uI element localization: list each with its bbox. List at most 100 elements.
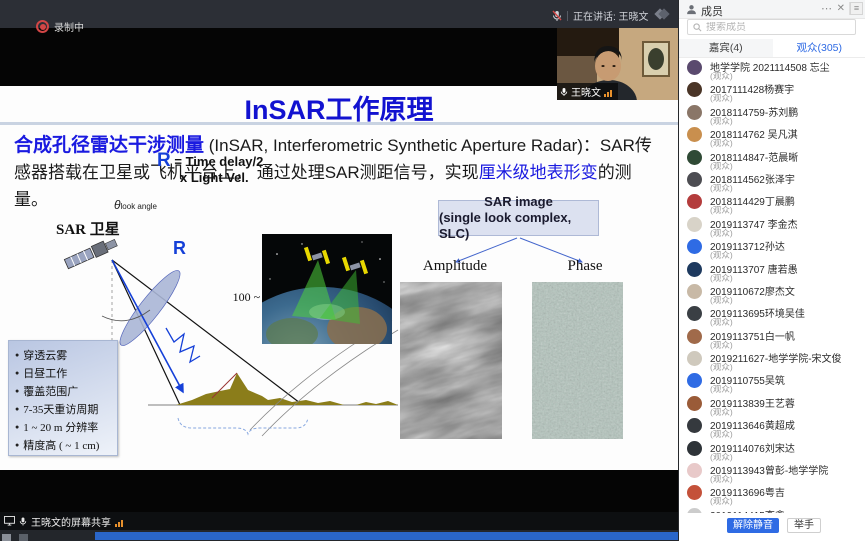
title-divider [0,122,678,125]
more-icon[interactable]: ⋯ [821,2,832,15]
member-row[interactable]: 2019113712孙达 (观众) [679,237,865,259]
member-row[interactable]: 2018114429丁晨鹏 (观众) [679,192,865,214]
recording-indicator[interactable]: 录制中 [36,19,84,34]
avatar [687,262,702,277]
avatar [687,82,702,97]
tab-guests[interactable]: 嘉宾(4) [679,39,773,57]
member-row[interactable]: 2019113839王艺蓉 (观众) [679,394,865,416]
meeting-topbar: 录制中 正在讲话: 王晓文 [0,0,678,28]
muted-mic-icon [552,10,562,22]
avatar [687,150,702,165]
raise-hand-button[interactable]: 举手 [787,518,821,533]
search-input[interactable] [706,22,836,33]
member-row[interactable]: 2019114415李鑫 (观众) [679,506,865,513]
member-row[interactable]: 2019113747 李金杰 (观众) [679,215,865,237]
avatar [687,127,702,142]
member-row[interactable]: 2019113751白一帆 (观众) [679,327,865,349]
feature-item: 1 ~ 20 m 分辨率 [15,419,113,437]
panel-title: 成员 [701,3,723,19]
avatar [687,463,702,478]
taskbar-icon[interactable] [2,534,11,541]
avatar [687,485,702,500]
avatar [687,239,702,254]
intro-highlight-2: 厘米级地表形变 [479,163,598,182]
member-row[interactable]: 2019113695环境吴佳 (观众) [679,304,865,326]
avatar [687,441,702,456]
avatar [687,396,702,411]
signal-bars-icon [115,516,124,527]
phase-label: Phase [537,258,633,275]
speaking-indicator: 正在讲话: 王晓文 [552,8,668,23]
feature-item: 覆盖范围广 [15,383,113,401]
avatar [687,194,702,209]
taskbar-icon[interactable] [19,534,28,541]
feature-item: 日昼工作 [15,365,113,383]
feature-item: 穿透云雾 [15,347,113,365]
members-panel: 成员 ⋯ ✕ ≡ 嘉宾(4) 观众(305) 地学学院 2021114508 忘… [678,0,865,541]
monitor-icon [4,516,15,526]
avatar [687,217,702,232]
signal-bars-icon [604,86,613,97]
avatar [687,60,702,75]
member-row[interactable]: 2018114847-范晨晰 (观众) [679,148,865,170]
shared-slide: InSAR工作原理 合成孔径雷达干涉测量 (InSAR, Interferome… [0,86,678,470]
search-icon [693,23,702,32]
phase-image [532,282,623,439]
member-row[interactable]: 2017111428杨赛宇 (观众) [679,80,865,102]
avatar [687,373,702,388]
look-angle-label: θlook angle [114,198,157,212]
video-name-badge: 王晓文 [557,83,618,100]
avatar [687,329,702,344]
avatar [687,105,702,120]
avatar [687,418,702,433]
feature-item: 精度高 ( ~ 1 cm) [15,437,113,455]
menu-icon[interactable]: ≡ [850,2,863,15]
member-row[interactable]: 2018114762 吴凡淇 (观众) [679,125,865,147]
slant-range-label: R [173,238,186,259]
meeting-window: 录制中 正在讲话: 王晓文 InSAR工作原理 合成 [0,0,865,541]
amplitude-label: Amplitude [405,258,505,275]
screen-share-bar: 王晓文的屏幕共享 [0,512,678,530]
member-row[interactable]: 2019113696粤吉 (观众) [679,483,865,505]
member-search[interactable] [687,19,856,35]
member-row[interactable]: 2019113646黄超成 (观众) [679,416,865,438]
avatar [687,306,702,321]
member-row[interactable]: 2018114759-苏刘鹏 (观众) [679,103,865,125]
record-dot-icon [36,20,49,33]
speaking-label: 正在讲话: 王晓文 [573,8,649,23]
close-icon[interactable]: ✕ [837,3,845,14]
members-icon [686,4,697,15]
sar-image-box: SAR image (single look complex, SLC) [438,200,599,236]
unmute-button[interactable]: 解除静音 [727,518,779,533]
panel-header: 成员 ⋯ ✕ ≡ [679,0,865,19]
earth-satellites-image [262,234,392,344]
panel-tabs: 嘉宾(4) 观众(305) [679,39,865,58]
avatar [687,351,702,366]
range-formula: R = Time delay/2 [157,150,263,172]
avatar [687,172,702,187]
feature-item: 7-35天重访周期 [15,401,113,419]
logo-icon [654,10,668,21]
share-label: 王晓文的屏幕共享 [31,514,111,529]
taskbar-window-segment[interactable] [95,532,678,540]
avatar [687,284,702,299]
member-row[interactable]: 地学学院 2021114508 忘尘 (观众) [679,58,865,80]
satellite-label: SAR 卫星 [56,218,120,239]
member-row[interactable]: 2019114076刘宋达 (观众) [679,439,865,461]
member-row[interactable]: 2018114562张泽宇 (观众) [679,170,865,192]
member-row[interactable]: 2019113707 唐若愚 (观众) [679,260,865,282]
tab-audience[interactable]: 观众(305) [773,39,865,57]
member-row[interactable]: 2019113943曾彭-地学学院 (观众) [679,461,865,483]
main-area: 录制中 正在讲话: 王晓文 InSAR工作原理 合成 [0,0,678,541]
member-row[interactable]: 2019110672廖杰文 (观众) [679,282,865,304]
video-thumbnail[interactable]: 王晓文 [557,28,678,100]
range-formula-line2: x Light Vel. [180,170,249,185]
member-row[interactable]: 2019110755吴筑 (观众) [679,371,865,393]
member-row[interactable]: 2019211627-地学学院-宋文俊 (观众) [679,349,865,371]
member-list: 地学学院 2021114508 忘尘 (观众) 2017111428杨赛宇 (观… [679,58,865,513]
recording-label: 录制中 [54,19,84,34]
satellite-icon [64,237,118,270]
participant-name: 王晓文 [571,84,601,99]
divider [567,11,568,21]
mic-icon [19,516,27,527]
